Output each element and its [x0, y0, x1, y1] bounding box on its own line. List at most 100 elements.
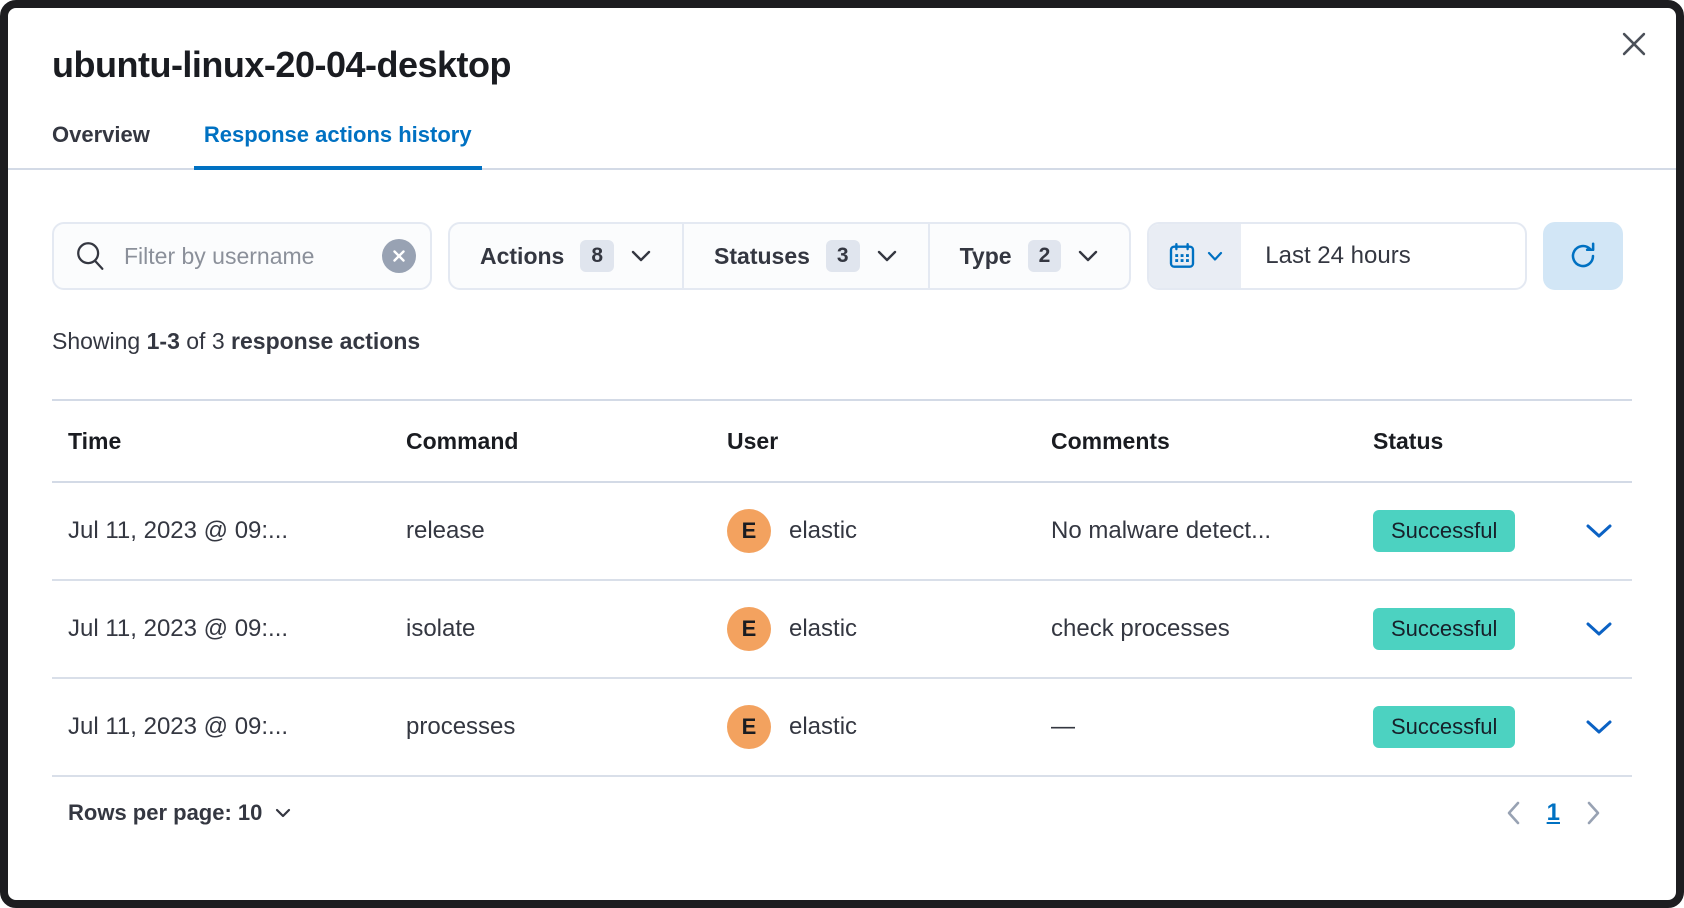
calendar-icon — [1167, 241, 1197, 271]
command-value: processes — [406, 713, 515, 741]
time-value: Jul 11, 2023 @ 09:... — [68, 713, 288, 741]
chevron-down-icon — [1207, 251, 1223, 262]
clear-search-button[interactable] — [382, 239, 416, 273]
column-header-status: Status — [1357, 428, 1568, 455]
statuses-filter-dropdown[interactable]: Statuses 3 — [682, 224, 928, 288]
type-filter-label: Type — [960, 243, 1012, 270]
cell-user: E elastic — [711, 509, 1035, 553]
user-avatar: E — [727, 509, 771, 553]
results-summary: Showing 1-3 of 3 response actions — [52, 328, 1632, 355]
search-icon — [74, 239, 108, 273]
flyout-content: ubuntu-linux-20-04-desktop Overview Resp… — [8, 8, 1676, 900]
cell-status: Successful — [1357, 608, 1568, 650]
statuses-filter-label: Statuses — [714, 243, 810, 270]
chevron-down-icon — [630, 249, 652, 263]
response-actions-table: Time Command User Comments Status Jul 11… — [52, 399, 1632, 777]
pagination: 1 — [1505, 799, 1616, 827]
cell-command: processes — [390, 713, 711, 741]
expand-row-button[interactable] — [1584, 522, 1614, 540]
user-avatar: E — [727, 705, 771, 749]
table-row: Jul 11, 2023 @ 09:... release E elastic … — [52, 483, 1632, 581]
page-title: ubuntu-linux-20-04-desktop — [52, 44, 1632, 86]
filter-group: Actions 8 Statuses 3 Type 2 — [448, 222, 1131, 290]
cell-time: Jul 11, 2023 @ 09:... — [52, 713, 390, 741]
next-page-button[interactable] — [1586, 800, 1602, 826]
user-name: elastic — [789, 615, 857, 643]
date-range-picker: Last 24 hours — [1147, 222, 1527, 290]
table-row: Jul 11, 2023 @ 09:... isolate E elastic … — [52, 581, 1632, 679]
column-header-command: Command — [390, 428, 711, 455]
rows-per-page-button[interactable]: Rows per page: 10 — [68, 800, 292, 826]
user-name: elastic — [789, 713, 857, 741]
command-value: isolate — [406, 615, 475, 643]
tab-bar: Overview Response actions history — [8, 112, 1676, 170]
search-input[interactable] — [124, 243, 382, 270]
actions-filter-dropdown[interactable]: Actions 8 — [450, 224, 682, 288]
column-header-comments: Comments — [1035, 428, 1357, 455]
cell-expander — [1568, 522, 1642, 540]
type-filter-dropdown[interactable]: Type 2 — [928, 224, 1130, 288]
actions-count-badge: 8 — [580, 240, 614, 272]
cell-comments: — — [1035, 713, 1357, 741]
command-value: release — [406, 517, 485, 545]
filter-toolbar: Actions 8 Statuses 3 Type 2 — [52, 222, 1632, 290]
table-row: Jul 11, 2023 @ 09:... processes E elasti… — [52, 679, 1632, 777]
statuses-count-badge: 3 — [826, 240, 860, 272]
cell-expander — [1568, 718, 1642, 736]
actions-filter-label: Actions — [480, 243, 564, 270]
comments-value: check processes — [1051, 615, 1230, 643]
type-count-badge: 2 — [1028, 240, 1062, 272]
expand-row-button[interactable] — [1584, 620, 1614, 638]
host-flyout: ubuntu-linux-20-04-desktop Overview Resp… — [0, 0, 1684, 908]
chevron-right-icon — [1586, 800, 1602, 826]
table-header-row: Time Command User Comments Status — [52, 401, 1632, 483]
summary-showing: Showing — [52, 328, 140, 354]
cell-user: E elastic — [711, 607, 1035, 651]
summary-range: 1-3 — [147, 328, 180, 354]
close-button[interactable] — [1612, 22, 1656, 66]
close-icon — [1617, 27, 1651, 61]
tab-response-actions-history[interactable]: Response actions history — [194, 112, 482, 168]
date-quick-select-button[interactable] — [1149, 224, 1241, 288]
clear-icon — [391, 248, 407, 264]
cell-command: release — [390, 517, 711, 545]
summary-label: response actions — [231, 328, 420, 354]
time-value: Jul 11, 2023 @ 09:... — [68, 517, 288, 545]
comments-value: — — [1051, 713, 1075, 741]
cell-command: isolate — [390, 615, 711, 643]
cell-time: Jul 11, 2023 @ 09:... — [52, 517, 390, 545]
username-search-box — [52, 222, 432, 290]
comments-value: No malware detect... — [1051, 517, 1271, 545]
user-avatar: E — [727, 607, 771, 651]
table-footer: Rows per page: 10 1 — [52, 799, 1632, 827]
time-value: Jul 11, 2023 @ 09:... — [68, 615, 288, 643]
table-body: Jul 11, 2023 @ 09:... release E elastic … — [52, 483, 1632, 777]
cell-user: E elastic — [711, 705, 1035, 749]
status-badge: Successful — [1373, 510, 1515, 552]
chevron-down-icon — [1584, 522, 1614, 540]
refresh-button[interactable] — [1543, 222, 1623, 290]
chevron-down-icon — [274, 807, 292, 819]
status-badge: Successful — [1373, 608, 1515, 650]
chevron-down-icon — [1584, 620, 1614, 638]
user-name: elastic — [789, 517, 857, 545]
column-header-user: User — [711, 428, 1035, 455]
tab-overview[interactable]: Overview — [42, 112, 160, 168]
chevron-down-icon — [876, 249, 898, 263]
refresh-icon — [1567, 240, 1599, 272]
page-number-1[interactable]: 1 — [1547, 799, 1560, 827]
cell-comments: No malware detect... — [1035, 517, 1357, 545]
summary-of: of 3 — [186, 328, 224, 354]
cell-status: Successful — [1357, 510, 1568, 552]
cell-time: Jul 11, 2023 @ 09:... — [52, 615, 390, 643]
column-header-time: Time — [52, 428, 390, 455]
previous-page-button[interactable] — [1505, 800, 1521, 826]
chevron-down-icon — [1584, 718, 1614, 736]
cell-comments: check processes — [1035, 615, 1357, 643]
rows-per-page-label: Rows per page: 10 — [68, 800, 262, 826]
cell-status: Successful — [1357, 706, 1568, 748]
cell-expander — [1568, 620, 1642, 638]
chevron-left-icon — [1505, 800, 1521, 826]
date-range-value[interactable]: Last 24 hours — [1241, 224, 1525, 288]
expand-row-button[interactable] — [1584, 718, 1614, 736]
